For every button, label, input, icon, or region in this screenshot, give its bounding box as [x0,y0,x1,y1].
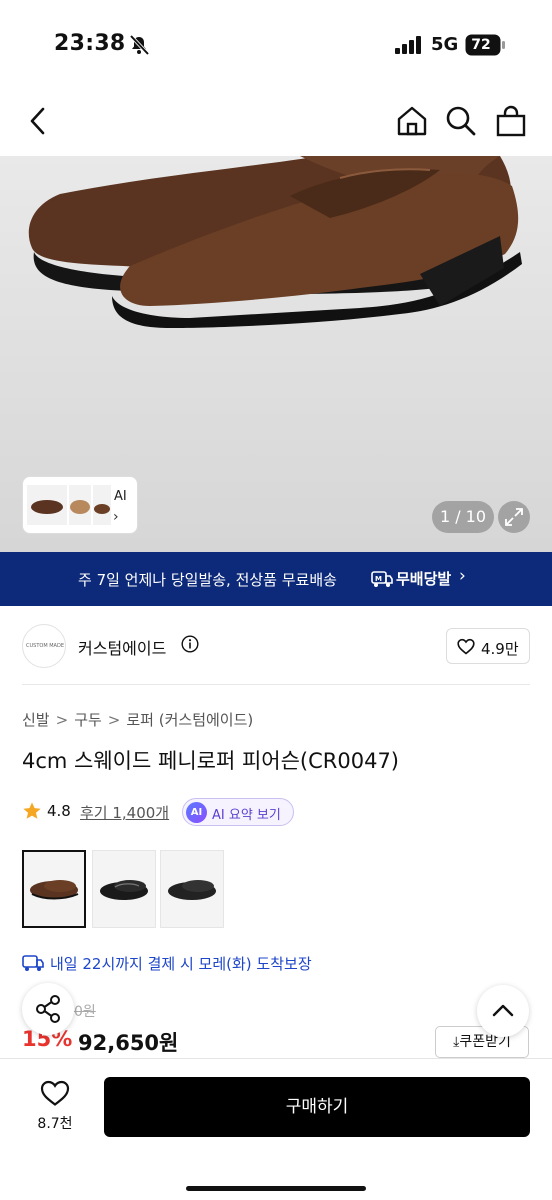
brand-name[interactable]: 커스텀에이드 [78,635,166,659]
home-icon[interactable] [395,104,429,138]
brand-row[interactable]: CUSTOM MADE 커스텀에이드 4.9만 [0,606,552,684]
status-time: 23:38 [54,31,126,56]
brand-logo-text: CUSTOM MADE [26,643,64,649]
breadcrumb-separator: > [107,711,121,729]
svg-text:M: M [375,575,382,583]
bell-off-icon [129,34,150,56]
product-title: 4cm 스웨이드 페니로퍼 피어슨(CR0047) [22,749,399,773]
color-swatch-image [30,880,79,900]
breadcrumb-item[interactable]: 구두 [74,711,102,729]
divider [22,684,530,685]
star-icon [23,802,41,819]
bottom-action-bar: 8.7천 구매하기 [0,1058,552,1200]
expand-button[interactable] [498,501,530,533]
breadcrumb-item[interactable]: 신발 [22,711,50,729]
share-button[interactable] [22,983,74,1035]
sale-price: 92,650원 [78,1031,179,1055]
status-bar: 23:38 5G 72 [0,0,552,86]
search-icon[interactable] [444,104,478,138]
signal-icon [395,36,421,54]
wishlist-count: 8.7천 [37,1116,73,1132]
thumbnail-images [27,485,111,525]
shopping-bag-icon[interactable] [494,104,528,138]
brand-like-button[interactable]: 4.9만 [446,628,530,664]
network-label: 5G [431,34,459,55]
promo-badge: 무배당발 [396,570,452,588]
ai-summary-label: AI 요약 보기 [212,808,281,823]
rating-value: 4.8 [47,802,71,820]
color-swatch-image [100,880,148,900]
delivery-promo-banner[interactable]: 주 7일 언제나 당일발송, 전상품 무료배송 M 무배당발 › [0,552,552,606]
truck-icon [22,955,44,971]
battery-level: 72 [471,37,491,53]
expand-icon [505,508,523,526]
truck-logo-icon: M [371,571,393,587]
chevron-left-icon[interactable] [22,104,56,138]
image-counter: 1 / 10 [432,501,494,533]
top-nav [0,86,552,156]
brand-logo[interactable]: CUSTOM MADE [22,624,66,668]
ai-icon: AI [186,802,207,823]
original-price: 0원 [74,1004,96,1020]
breadcrumb: 신발 > 구두 > 로퍼 (커스텀에이드) [22,709,253,730]
info-icon[interactable] [181,635,199,653]
rating-row: 4.8 후기 1,400개 AI AI 요약 보기 [22,798,322,826]
color-option-brown[interactable] [22,850,86,928]
ai-summary-button[interactable]: AI AI 요약 보기 [182,798,294,826]
chevron-right-icon: › [113,509,119,525]
thumbnail-ai-label: AI [114,489,127,504]
delivery-text: 내일 22시까지 결제 시 모레(화) 도착보장 [50,955,312,973]
share-icon [36,995,60,1023]
scroll-top-button[interactable] [477,985,529,1037]
color-option-black-suede[interactable] [160,850,224,928]
brand-like-count: 4.9만 [481,640,519,658]
color-swatch-image [168,880,216,900]
review-count-link[interactable]: 후기 1,400개 [80,802,169,823]
breadcrumb-separator: > [55,711,69,729]
color-option-black-leather[interactable] [92,850,156,928]
breadcrumb-item[interactable]: 로퍼 (커스텀에이드) [126,711,253,729]
chevron-right-icon: › [459,566,466,586]
promo-text: 주 7일 언제나 당일발송, 전상품 무료배송 [78,571,337,589]
buy-button[interactable]: 구매하기 [104,1077,530,1137]
heart-icon [457,638,475,655]
home-indicator [186,1186,366,1191]
ai-thumbnail-strip[interactable]: AI › [22,476,138,534]
heart-icon[interactable] [40,1079,70,1107]
chevron-up-icon [492,1004,514,1017]
product-image-gallery[interactable]: AI › 1 / 10 [0,156,552,552]
